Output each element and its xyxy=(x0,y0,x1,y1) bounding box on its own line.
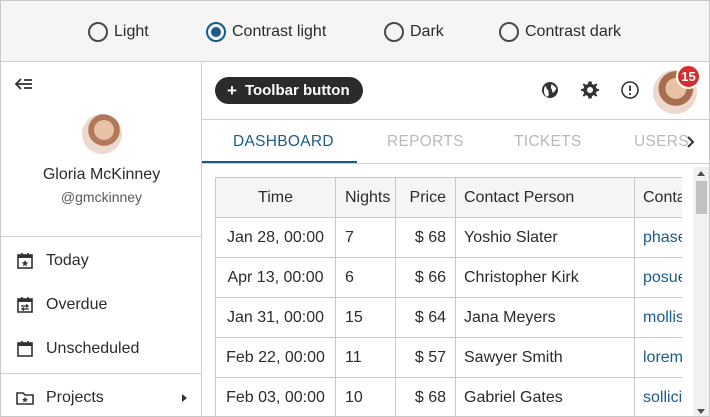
radio-light[interactable] xyxy=(88,22,108,42)
vertical-scrollbar[interactable] xyxy=(693,167,709,416)
notification-badge: 15 xyxy=(676,64,701,89)
cell-contact: Jana Meyers xyxy=(455,297,635,338)
toolbar-button-label: Toolbar button xyxy=(244,82,350,99)
expand-arrow-icon[interactable] xyxy=(182,394,187,402)
cell-price: $ 57 xyxy=(395,337,456,378)
scrollbar-thumb[interactable] xyxy=(696,181,707,214)
tab-bar: DASHBOARD REPORTS TICKETS USERS xyxy=(202,119,709,164)
table-header-row: Time Nights Price Contact Person Contact… xyxy=(215,177,682,218)
table-row[interactable]: Jan 28, 00:00 7 $ 68 Yoshio Slater phase… xyxy=(215,217,682,258)
table-row[interactable]: Jan 31, 00:00 15 $ 64 Jana Meyers mollis xyxy=(215,297,682,338)
cell-nights: 11 xyxy=(335,337,396,378)
sidebar-label-projects: Projects xyxy=(46,389,104,406)
cell-price: $ 64 xyxy=(395,297,456,338)
chevron-right-icon[interactable] xyxy=(684,133,698,151)
app-window: Light Contrast light Dark Contrast dark … xyxy=(0,0,710,417)
gear-icon[interactable] xyxy=(580,80,600,100)
toolbar-button[interactable]: + Toolbar button xyxy=(215,77,363,104)
sidebar-item-overdue[interactable]: Overdue xyxy=(1,285,201,325)
cell-nights: 6 xyxy=(335,257,396,298)
folder-star-icon xyxy=(16,392,34,405)
cell-price: $ 66 xyxy=(395,257,456,298)
theme-switcher: Light Contrast light Dark Contrast dark xyxy=(1,1,709,62)
tab-reports[interactable]: REPORTS xyxy=(387,120,464,164)
cell-price: $ 68 xyxy=(395,377,456,416)
calendar-star-icon xyxy=(17,253,33,269)
column-header-time[interactable]: Time xyxy=(215,177,336,218)
table-row[interactable]: Feb 03, 00:00 10 $ 68 Gabriel Gates soll… xyxy=(215,377,682,416)
theme-option-contrast-dark[interactable]: Contrast dark xyxy=(499,20,621,44)
cell-time: Jan 28, 00:00 xyxy=(215,217,336,258)
sidebar-label-today: Today xyxy=(46,252,89,269)
cell-time: Apr 13, 00:00 xyxy=(215,257,336,298)
cell-time: Feb 03, 00:00 xyxy=(215,377,336,416)
cell-contact: Gabriel Gates xyxy=(455,377,635,416)
cell-nights: 7 xyxy=(335,217,396,258)
radio-contrast-dark[interactable] xyxy=(499,22,519,42)
column-header-nights[interactable]: Nights xyxy=(335,177,396,218)
theme-label-contrast-dark: Contrast dark xyxy=(525,23,622,40)
theme-label-contrast-light: Contrast light xyxy=(232,23,327,40)
cell-contact: Christopher Kirk xyxy=(455,257,635,298)
theme-label-light: Light xyxy=(114,23,149,40)
sidebar-item-unscheduled[interactable]: Unscheduled xyxy=(1,329,201,369)
sidebar-item-today[interactable]: Today xyxy=(1,241,201,281)
column-header-email[interactable]: Contact Email xyxy=(634,177,682,218)
user-handle: @gmckinney xyxy=(60,189,143,205)
tab-users[interactable]: USERS xyxy=(634,120,689,164)
sidebar-divider xyxy=(1,236,201,237)
active-tab-indicator xyxy=(202,161,357,163)
cell-email[interactable]: posuere xyxy=(634,257,682,298)
sidebar: Gloria McKinney @gmckinney Today Overdue xyxy=(1,62,202,416)
tab-tickets[interactable]: TICKETS xyxy=(514,120,582,164)
cell-nights: 10 xyxy=(335,377,396,416)
collapse-menu-icon[interactable] xyxy=(13,73,35,95)
cell-price: $ 68 xyxy=(395,217,456,258)
toolbar: + Toolbar button 15 xyxy=(202,62,709,119)
theme-option-contrast-light[interactable]: Contrast light xyxy=(206,20,326,44)
table-row[interactable]: Apr 13, 00:00 6 $ 66 Christopher Kirk po… xyxy=(215,257,682,298)
calendar-blank-icon xyxy=(17,341,33,357)
cell-nights: 15 xyxy=(335,297,396,338)
sidebar-label-unscheduled: Unscheduled xyxy=(46,340,140,357)
theme-option-light[interactable]: Light xyxy=(88,20,149,44)
calendar-arrows-icon xyxy=(17,297,33,313)
theme-label-dark: Dark xyxy=(410,23,444,40)
sidebar-divider xyxy=(1,373,201,374)
plus-icon: + xyxy=(227,80,237,100)
cell-email[interactable]: phasellus xyxy=(634,217,682,258)
column-header-contact[interactable]: Contact Person xyxy=(455,177,635,218)
scroll-up-icon[interactable] xyxy=(697,171,705,176)
data-table-viewport: Time Nights Price Contact Person Contact… xyxy=(215,177,682,416)
scroll-down-icon[interactable] xyxy=(697,409,705,414)
sidebar-label-overdue: Overdue xyxy=(46,296,108,313)
cell-email[interactable]: lorem xyxy=(634,337,682,378)
radio-dark[interactable] xyxy=(384,22,404,42)
alert-circle-icon[interactable] xyxy=(620,80,640,100)
sidebar-avatar xyxy=(82,114,122,154)
theme-option-dark[interactable]: Dark xyxy=(384,20,444,44)
cell-contact: Sawyer Smith xyxy=(455,337,635,378)
sidebar-item-projects[interactable]: Projects xyxy=(1,378,201,416)
column-header-price[interactable]: Price xyxy=(395,177,456,218)
cell-email[interactable]: sollicitudin xyxy=(634,377,682,416)
table-row[interactable]: Feb 22, 00:00 11 $ 57 Sawyer Smith lorem xyxy=(215,337,682,378)
cell-time: Jan 31, 00:00 xyxy=(215,297,336,338)
globe-icon[interactable] xyxy=(540,80,560,100)
tab-dashboard[interactable]: DASHBOARD xyxy=(233,120,334,164)
cell-time: Feb 22, 00:00 xyxy=(215,337,336,378)
radio-contrast-light[interactable] xyxy=(206,22,226,42)
user-name: Gloria McKinney xyxy=(42,166,161,183)
cell-contact: Yoshio Slater xyxy=(455,217,635,258)
cell-email[interactable]: mollis xyxy=(634,297,682,338)
data-table: Time Nights Price Contact Person Contact… xyxy=(215,177,682,416)
